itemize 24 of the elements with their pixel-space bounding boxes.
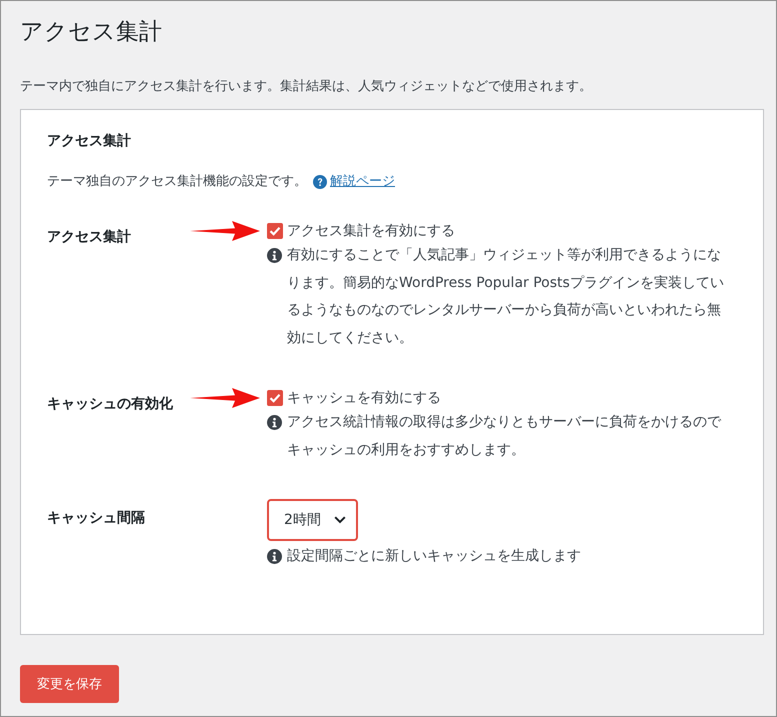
checkbox[interactable] [267, 223, 283, 239]
info-icon [267, 415, 282, 430]
setting-label: キャッシュ間隔 [47, 509, 145, 528]
card-description: テーマ独自のアクセス集計機能の設定です。 [47, 173, 307, 191]
help-text: 有効にすることで「人気記事」ウィジェット等が利用できるようになります。簡易的なWordPress Popular Postsプラグインを実装しているようなものなのでレンタルサーバーから負荷が高いといわれたら無効にしてください。 [287, 246, 725, 348]
help-text: 設定間隔ごとに新しいキャッシュを生成します [287, 547, 581, 566]
dropdown[interactable]: 2時間 [267, 499, 358, 541]
help-link[interactable]: 解説ページ [330, 172, 395, 192]
page-description: テーマ内で独自にアクセス集計を行います。集計結果は、人気ウィジェットなどで使用されます。 [20, 78, 593, 96]
setting-label: キャッシュの有効化 [47, 395, 173, 414]
card-heading: アクセス集計 [47, 132, 132, 151]
info-icon [267, 248, 282, 263]
checkmark-icon [269, 226, 281, 236]
checkbox[interactable] [267, 390, 283, 406]
help-icon [313, 175, 327, 189]
info-icon [267, 549, 282, 564]
setting-label: アクセス集計 [47, 228, 131, 247]
save-button[interactable]: 変更を保存 [20, 665, 119, 703]
checkmark-icon [269, 393, 281, 403]
page-title: アクセス集計 [20, 18, 163, 47]
chevron-down-icon [334, 516, 346, 524]
help-text: アクセス統計情報の取得は多少なりともサーバーに負荷をかけるのでキャッシュの利用をおすすめします。 [287, 413, 722, 460]
checkbox-label[interactable]: キャッシュを有効にする [287, 389, 441, 407]
checkbox-label[interactable]: アクセス集計を有効にする [287, 222, 455, 240]
